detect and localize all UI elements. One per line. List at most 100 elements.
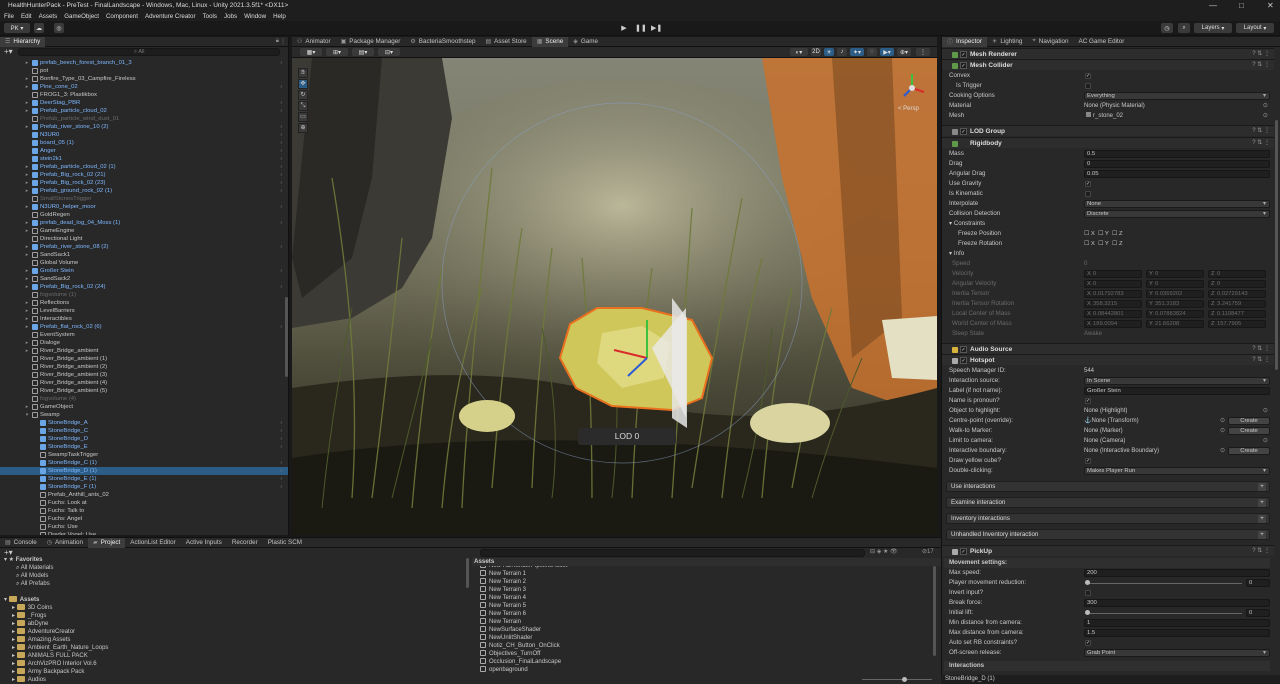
maximize-icon[interactable]: □ — [1239, 1, 1244, 10]
hierarchy-item[interactable]: ▸ Bonfire_Type_03_Campfire_Fireless — [0, 75, 288, 83]
hierarchy-item[interactable]: Fuchs: Look at — [0, 499, 288, 507]
max-speed-field[interactable]: 200 — [1084, 569, 1270, 577]
mesh-collider-toggle[interactable]: ✓ — [960, 62, 967, 69]
asset-item[interactable]: openbaground — [480, 666, 528, 674]
min-distance-field[interactable]: 1 — [1084, 619, 1270, 627]
more-icon[interactable]: ⋮ — [280, 38, 286, 45]
expand-arrow-icon[interactable]: ▸ — [24, 275, 30, 283]
chevron-right-icon[interactable]: › — [280, 131, 282, 139]
hierarchy-item[interactable]: ▸ Pine_cone_02 › — [0, 83, 288, 91]
tab-animator[interactable]: ⚇ Animator — [292, 37, 336, 47]
hierarchy-item[interactable]: StoneBridge_D (1) › — [0, 467, 288, 475]
hierarchy-item[interactable]: ▸ Prefab_Big_rock_02 (21) › — [0, 171, 288, 179]
fold-examine-interaction[interactable]: Examine interaction + — [946, 497, 1270, 508]
interaction-source-dropdown[interactable]: In Scene — [1084, 377, 1270, 385]
hierarchy-item[interactable]: Global Volume — [0, 259, 288, 267]
menu-adventure-creator[interactable]: Adventure Creator — [145, 13, 196, 20]
tab-project[interactable]: ▰ Project — [88, 537, 126, 548]
tab-console[interactable]: ▤ Console — [0, 538, 42, 548]
effects-icon[interactable]: ✦▾ — [850, 48, 864, 56]
hierarchy-item[interactable]: Anger › — [0, 147, 288, 155]
asset-item[interactable]: New Terrain 1 — [480, 570, 526, 578]
asset-item[interactable]: Notiz_CH_Button_OnClick — [480, 642, 560, 650]
lod-group-toggle[interactable]: ✓ — [960, 128, 967, 135]
folder-item[interactable]: ▸ 3D Coins — [12, 604, 52, 612]
asset-item[interactable]: New Terrain 2 — [480, 578, 526, 586]
folder-item[interactable]: ▸ abDyne — [12, 620, 48, 628]
hierarchy-item[interactable]: ▸ DeerStag_PBR › — [0, 99, 288, 107]
chevron-right-icon[interactable]: › — [280, 123, 282, 131]
expand-arrow-icon[interactable]: ▸ — [24, 83, 30, 91]
mesh-field[interactable]: r_stone_02 — [1086, 111, 1123, 121]
hierarchy-item[interactable]: ▸ Prefab_Big_rock_02 (24) › — [0, 283, 288, 291]
menu-edit[interactable]: Edit — [21, 13, 32, 20]
audio-icon[interactable]: ♪ — [837, 48, 847, 56]
create-centre-button[interactable]: Create — [1228, 417, 1270, 425]
auto-rb-checkbox[interactable]: ✓ — [1085, 640, 1091, 646]
favorites-header[interactable]: ▾ ★ Favorites — [4, 556, 42, 564]
asset-item[interactable]: NewUnlitShader — [480, 634, 532, 642]
cooking-options-dropdown[interactable]: Everything — [1084, 92, 1270, 100]
drag-field[interactable]: 0 — [1084, 160, 1270, 168]
walk-to-field[interactable]: None (Marker) — [1084, 426, 1123, 436]
favorite-item[interactable]: ⌕ All Prefabs — [16, 580, 50, 588]
hierarchy-item[interactable]: Dreder Vogel: Use — [0, 531, 288, 535]
hierarchy-item[interactable]: ▸ Prefab_river_stone_10 (2) › — [0, 123, 288, 131]
object-picker-icon[interactable]: ⊙ — [1220, 426, 1225, 436]
expand-arrow-icon[interactable]: ▸ — [24, 323, 30, 331]
hierarchy-scrollbar[interactable] — [285, 297, 288, 377]
pivot-dropdown[interactable]: ⊞▾ — [326, 48, 348, 56]
add-icon[interactable]: +▾ — [4, 47, 13, 56]
chevron-right-icon[interactable]: › — [280, 459, 282, 467]
search-icon[interactable]: ⌕ — [1178, 23, 1190, 33]
tab-package-manager[interactable]: ▣ Package Manager — [336, 37, 406, 47]
tab-game[interactable]: ◈ Game — [568, 37, 603, 47]
tab-active-inputs[interactable]: Active Inputs — [181, 538, 227, 548]
chevron-right-icon[interactable]: › — [280, 179, 282, 187]
convex-checkbox[interactable]: ✓ — [1085, 73, 1091, 79]
object-picker-icon[interactable]: ⊙ — [1263, 436, 1268, 446]
chevron-right-icon[interactable]: › — [280, 139, 282, 147]
chevron-right-icon[interactable]: › — [280, 83, 282, 91]
fold-unhandled-inventory[interactable]: Unhandled Inventory interaction + — [946, 529, 1270, 540]
info-row[interactable]: ▾ Info — [944, 249, 1270, 259]
hierarchy-item[interactable]: fogvolume (1) — [0, 291, 288, 299]
minimize-icon[interactable]: — — [1209, 1, 1217, 10]
tab-ac-game-editor[interactable]: AC Game Editor — [1074, 37, 1130, 47]
component-menu-icon[interactable]: ? ⇅ ⋮ — [1252, 126, 1270, 137]
hierarchy-item[interactable]: N3UR0 › — [0, 131, 288, 139]
expand-arrow-icon[interactable]: ▾ — [24, 411, 30, 419]
centre-point-field[interactable]: ⚓None (Transform) — [1084, 416, 1139, 426]
pickup-toggle[interactable]: ✓ — [960, 548, 967, 555]
material-field[interactable]: None (Physic Material) — [1084, 101, 1145, 111]
mass-field[interactable]: 0.5 — [1084, 150, 1270, 158]
is-kinematic-checkbox[interactable] — [1085, 191, 1091, 197]
menu-assets[interactable]: Assets — [39, 13, 58, 20]
hierarchy-item[interactable]: StoneBridge_E › — [0, 443, 288, 451]
hierarchy-item[interactable]: EventSystem — [0, 331, 288, 339]
use-gravity-checkbox[interactable]: ✓ — [1085, 181, 1091, 187]
freeze-rotation-xyz[interactable]: ☐ X ☐ Y ☐ Z — [1084, 239, 1123, 249]
tab-asset-store[interactable]: ▤ Asset Store — [480, 37, 531, 47]
offscreen-dropdown[interactable]: Grab Point — [1084, 649, 1270, 657]
hierarchy-item[interactable]: fogvolume (4) — [0, 395, 288, 403]
asset-item[interactable]: New Terrain 3 — [480, 586, 526, 594]
hierarchy-item[interactable]: Prefab_Anthill_ants_02 — [0, 491, 288, 499]
add-icon[interactable]: + — [1258, 483, 1266, 491]
transform-tool-icon[interactable]: ⊕ — [298, 123, 308, 133]
boundary-field[interactable]: None (Interactive Boundary) — [1084, 446, 1159, 456]
chevron-right-icon[interactable]: › — [280, 435, 282, 443]
component-mesh-collider[interactable]: ✓ Mesh Collider ? ⇅ ⋮ — [942, 59, 1274, 70]
menu-file[interactable]: File — [4, 13, 14, 20]
chevron-right-icon[interactable]: › — [280, 323, 282, 331]
chevron-right-icon[interactable]: › — [280, 483, 282, 491]
tab-actionlist[interactable]: ActionList Editor — [125, 538, 181, 548]
chevron-right-icon[interactable]: › — [280, 443, 282, 451]
component-hotspot[interactable]: ✓ Hotspot ? ⇅ ⋮ — [942, 354, 1274, 365]
initial-lift-field[interactable]: 0 — [1246, 609, 1270, 617]
component-menu-icon[interactable]: ? ⇅ ⋮ — [1252, 138, 1270, 149]
asset-item[interactable]: New Terrain 4 — [480, 594, 526, 602]
hidden-icon[interactable]: ◌ — [867, 48, 877, 56]
component-audio-source[interactable]: ✓ Audio Source? ⇅ ⋮ — [942, 343, 1274, 354]
chevron-right-icon[interactable]: › — [280, 467, 282, 475]
